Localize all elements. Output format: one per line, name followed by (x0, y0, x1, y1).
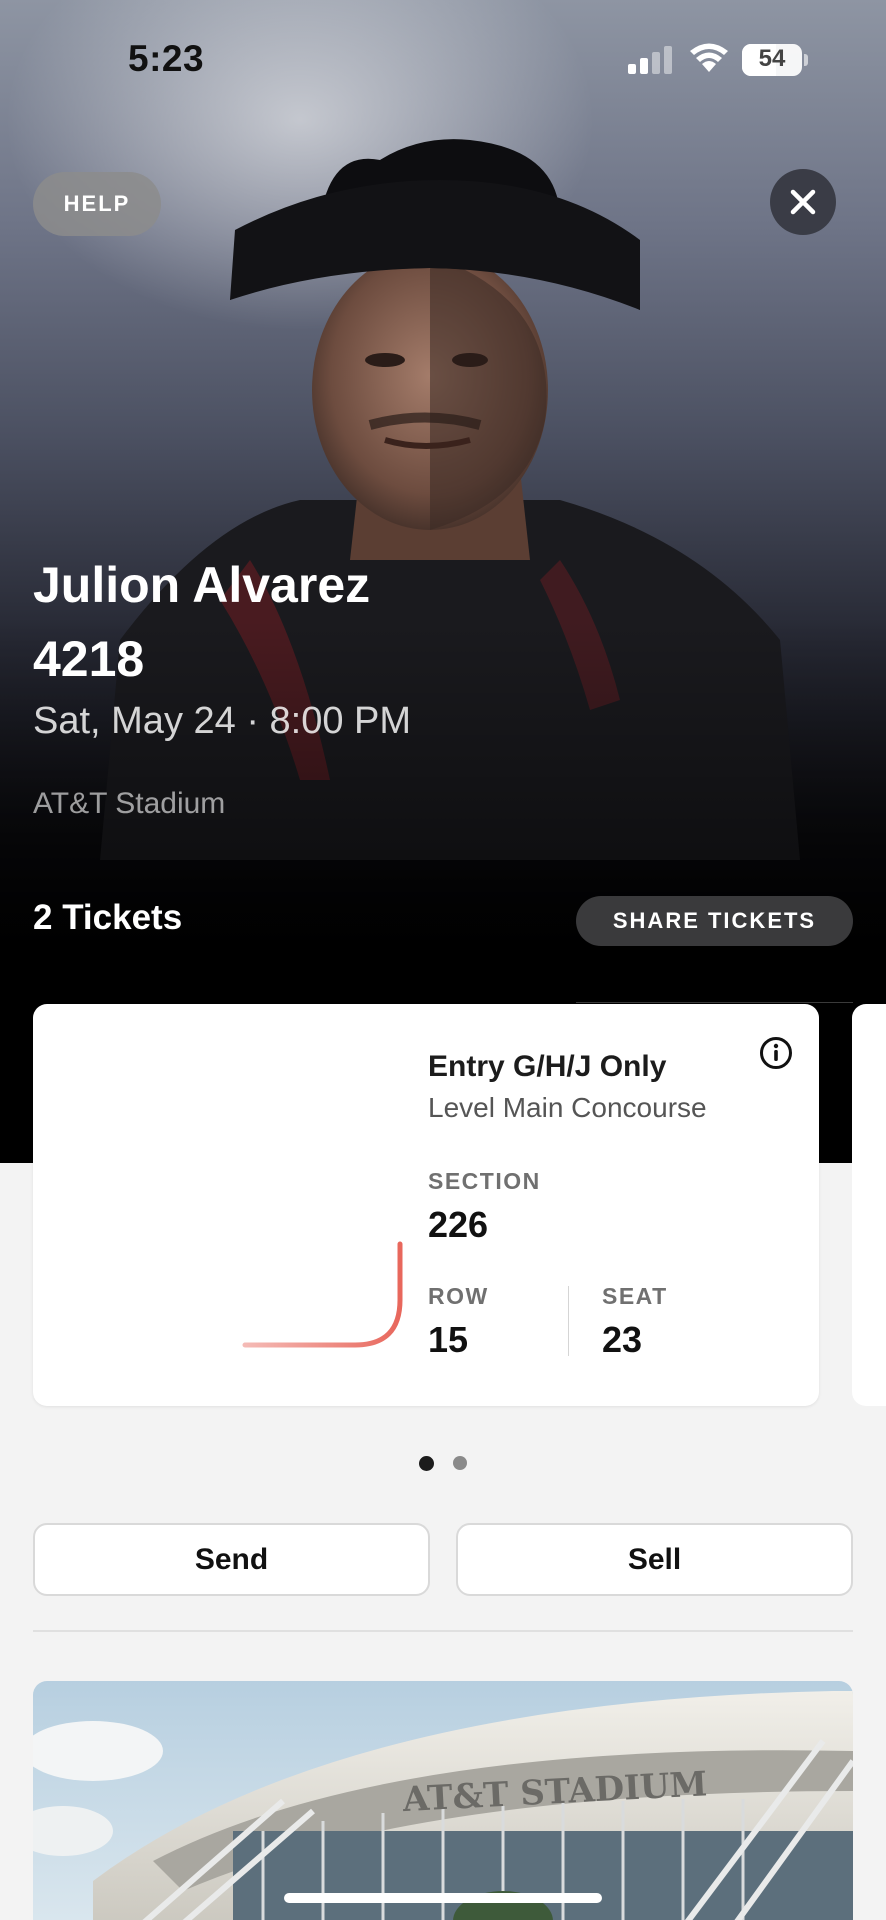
next-ticket-card-peek[interactable] (852, 1004, 886, 1406)
barcode-loading-spinner (242, 1241, 403, 1348)
ticket-page-indicator (416, 1456, 476, 1472)
event-venue: AT&T Stadium (33, 787, 226, 820)
close-button[interactable] (770, 169, 836, 235)
header-divider (576, 1002, 853, 1003)
row-seat-divider (568, 1286, 569, 1356)
stadium-photo: AT&T STADIUM (33, 1681, 853, 1920)
row-value: 15 (428, 1319, 469, 1360)
home-indicator[interactable] (284, 1893, 602, 1903)
venue-image: AT&T STADIUM (33, 1681, 853, 1920)
battery-icon: 54 (742, 44, 808, 76)
ticket-card[interactable]: Entry G/H/J Only Level Main Concourse SE… (33, 1004, 819, 1406)
status-time: 5:23 (128, 38, 205, 79)
page-dot[interactable] (453, 1456, 467, 1470)
event-title-line2: 4218 (33, 631, 145, 687)
battery-level: 54 (758, 45, 786, 72)
entry-gate: Entry G/H/J Only (428, 1050, 667, 1083)
entry-level: Level Main Concourse (428, 1092, 707, 1123)
section-divider (33, 1630, 853, 1632)
section-value: 226 (428, 1204, 489, 1245)
row-label: ROW (428, 1283, 489, 1309)
event-title-line1: Julion Alvarez (33, 557, 371, 613)
sell-button[interactable]: Sell (456, 1523, 853, 1596)
info-icon[interactable] (759, 1036, 793, 1070)
help-button[interactable]: HELP (33, 172, 161, 236)
seat-label: SEAT (602, 1283, 668, 1309)
page-dot-active[interactable] (419, 1456, 434, 1471)
seat-value: 23 (602, 1319, 643, 1360)
cellular-signal-icon (628, 46, 672, 74)
close-icon (790, 189, 816, 215)
status-bar: 5:23 54 (0, 0, 886, 120)
tickets-count: 2 Tickets (33, 898, 183, 937)
send-button[interactable]: Send (33, 1523, 430, 1596)
event-title: Julion Alvarez 4218 (33, 548, 733, 696)
wifi-icon (690, 43, 728, 72)
share-tickets-button[interactable]: SHARE TICKETS (576, 896, 853, 946)
section-label: SECTION (428, 1168, 541, 1194)
event-date-time: Sat, May 24 · 8:00 PM (33, 700, 412, 742)
